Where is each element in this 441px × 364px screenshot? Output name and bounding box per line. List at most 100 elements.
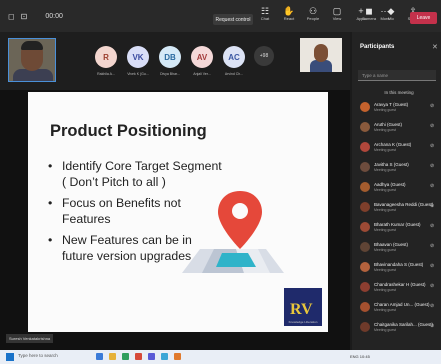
participant-name: Bhaavan (Guest) bbox=[374, 242, 409, 247]
start-icon[interactable] bbox=[6, 353, 14, 361]
avatar bbox=[360, 122, 370, 132]
participant-name: Bhavinandaha S (Guest) bbox=[374, 262, 424, 267]
participant-status: Meeting guest bbox=[374, 108, 396, 112]
system-tray: ENG 10:45 bbox=[350, 354, 370, 359]
avatar bbox=[360, 322, 370, 332]
meeting-window: ◻ ⊡ 00:00 Request control ☷ Chat ✋ React ⚇ Pe… bbox=[0, 0, 441, 364]
participant-row[interactable]: Bhavinandaha S (Guest) Meeting guest ⊘ bbox=[360, 260, 440, 276]
participant-row[interactable]: Archana K (Guest) Meeting guest ⊘ bbox=[360, 140, 440, 156]
map-pin-illustration bbox=[182, 191, 284, 273]
participant-status: Meeting guest bbox=[374, 148, 396, 152]
participant-avatar[interactable]: VK bbox=[127, 46, 149, 68]
participant-avatar[interactable]: R bbox=[95, 46, 117, 68]
meeting-timer: 00:00 bbox=[45, 12, 63, 20]
participant-name: Javitha S (Guest) bbox=[374, 162, 409, 167]
app-icon[interactable] bbox=[122, 353, 129, 360]
avatar bbox=[360, 162, 370, 172]
participant-status: Meeting guest bbox=[374, 308, 396, 312]
participant-row[interactable]: Chaitganika Sarilah... (Guest) Meeting gu… bbox=[360, 320, 440, 336]
toolbar-label: React bbox=[283, 16, 295, 21]
participant-name: Arvind Ch... bbox=[224, 72, 244, 76]
participant-avatar[interactable]: AC bbox=[223, 46, 245, 68]
avatar bbox=[360, 182, 370, 192]
participant-name: Chandrashekar H (Guest) bbox=[374, 282, 426, 287]
mic-off-icon: ⊘ bbox=[430, 283, 435, 289]
participant-row[interactable]: Bhaavan (Guest) Meeting guest ⊘ bbox=[360, 240, 440, 256]
participant-row[interactable]: Bavanageesha Reddi (Guest) Meeting guest ⊘ bbox=[360, 200, 440, 216]
participant-name: Rakhila A... bbox=[97, 72, 115, 76]
window-controls: ◻ ⊡ bbox=[0, 12, 27, 21]
toolbar-label: Chat bbox=[260, 16, 270, 21]
app-icon[interactable] bbox=[161, 353, 168, 360]
participant-name: Aadhya (Guest) bbox=[374, 182, 406, 187]
app-icon[interactable] bbox=[96, 353, 103, 360]
people-icon: ⚇ bbox=[308, 6, 318, 16]
taskbar-search[interactable]: Type here to search bbox=[18, 353, 78, 361]
view-icon: ▢ bbox=[332, 6, 342, 16]
participant-row[interactable]: Aruthi (Guest) Meeting guest ⊘ bbox=[360, 120, 440, 136]
toolbar-button-view[interactable]: ▢ View bbox=[328, 6, 346, 21]
participant-row[interactable]: Javitha S (Guest) Meeting guest ⊘ bbox=[360, 160, 440, 176]
participant-status: Meeting guest bbox=[374, 188, 396, 192]
participant-name: Aruthi (Guest) bbox=[374, 122, 403, 127]
participant-status: Meeting guest bbox=[374, 328, 396, 332]
participant-row[interactable]: Aravya T (Guest) Meeting guest ⊘ bbox=[360, 100, 440, 116]
participant-avatar[interactable]: AV bbox=[191, 46, 213, 68]
app-icon[interactable] bbox=[174, 353, 181, 360]
app-icon[interactable] bbox=[109, 353, 116, 360]
app-icon[interactable] bbox=[148, 353, 155, 360]
avatar bbox=[360, 302, 370, 312]
app-icon[interactable] bbox=[135, 353, 142, 360]
toolbar-button-camera[interactable]: ◼ Camera bbox=[360, 6, 378, 21]
toolbar-button-chat[interactable]: ☷ Chat bbox=[256, 6, 274, 21]
participant-status: Meeting guest bbox=[374, 208, 396, 212]
participant-name: Bavanageesha Reddi (Guest) bbox=[374, 202, 434, 207]
request-control-button[interactable]: Request control bbox=[213, 14, 253, 25]
toolbar-button-people[interactable]: ⚇ People bbox=[304, 6, 322, 21]
chat-icon: ☷ bbox=[260, 6, 270, 16]
close-icon[interactable]: ✕ bbox=[432, 43, 438, 51]
participant-name: Aravya T (Guest) bbox=[374, 102, 409, 107]
camera-icon: ◼ bbox=[365, 6, 373, 16]
section-header[interactable]: In this meeting bbox=[360, 90, 438, 95]
participant-row[interactable]: Bharath Kumar (Guest) Meeting guest ⊘ bbox=[360, 220, 440, 236]
toolbar-label: Camera bbox=[361, 16, 377, 21]
more-participants-button[interactable]: +98 bbox=[254, 46, 274, 66]
toolbar-label: People bbox=[306, 16, 320, 21]
leave-button[interactable]: Leave bbox=[410, 12, 437, 24]
avatar bbox=[360, 142, 370, 152]
self-video-tile[interactable] bbox=[8, 38, 56, 82]
toolbar-button-mic[interactable]: ◆ Mic bbox=[382, 6, 400, 21]
remote-video-tile[interactable] bbox=[300, 38, 342, 72]
participant-status: Meeting guest bbox=[374, 168, 396, 172]
mic-off-icon: ⊘ bbox=[430, 263, 435, 269]
toolbar-label: View bbox=[332, 16, 342, 21]
mic-off-icon: ⊘ bbox=[430, 243, 435, 249]
mic-off-icon: ⊘ bbox=[430, 123, 435, 129]
participant-status: Meeting guest bbox=[374, 128, 396, 132]
mic-off-icon: ⊘ bbox=[430, 143, 435, 149]
mic-off-icon: ⊘ bbox=[430, 203, 435, 209]
rv-logo: RV Knowledge Liberation bbox=[284, 288, 322, 326]
mic-off-icon: ⊘ bbox=[430, 303, 435, 309]
location-pin-icon bbox=[218, 191, 262, 249]
avatar bbox=[360, 202, 370, 212]
participant-status: Meeting guest bbox=[374, 288, 396, 292]
mic-off-icon: ⊘ bbox=[430, 183, 435, 189]
participant-name: Divya Bhar... bbox=[160, 72, 180, 76]
person-hair bbox=[21, 41, 43, 50]
toolbar-label: Mic bbox=[387, 16, 395, 21]
avatar bbox=[360, 282, 370, 292]
mic-off-icon: ⊘ bbox=[430, 323, 435, 329]
participant-row[interactable]: Charan Amjad Un... (Guest) Meeting guest ⊘ bbox=[360, 300, 440, 316]
minimize-icon[interactable]: ◻ bbox=[8, 12, 15, 21]
toolbar-button-react[interactable]: ✋ React bbox=[280, 6, 298, 21]
participant-row[interactable]: Chandrashekar H (Guest) Meeting guest ⊘ bbox=[360, 280, 440, 296]
mic-off-icon: ⊘ bbox=[430, 223, 435, 229]
participant-avatar[interactable]: DB bbox=[159, 46, 181, 68]
taskbar-apps bbox=[96, 353, 181, 360]
avatar bbox=[360, 102, 370, 112]
participant-search-input[interactable]: Type a name bbox=[358, 70, 436, 81]
participant-row[interactable]: Aadhya (Guest) Meeting guest ⊘ bbox=[360, 180, 440, 196]
restore-icon[interactable]: ⊡ bbox=[21, 12, 28, 21]
